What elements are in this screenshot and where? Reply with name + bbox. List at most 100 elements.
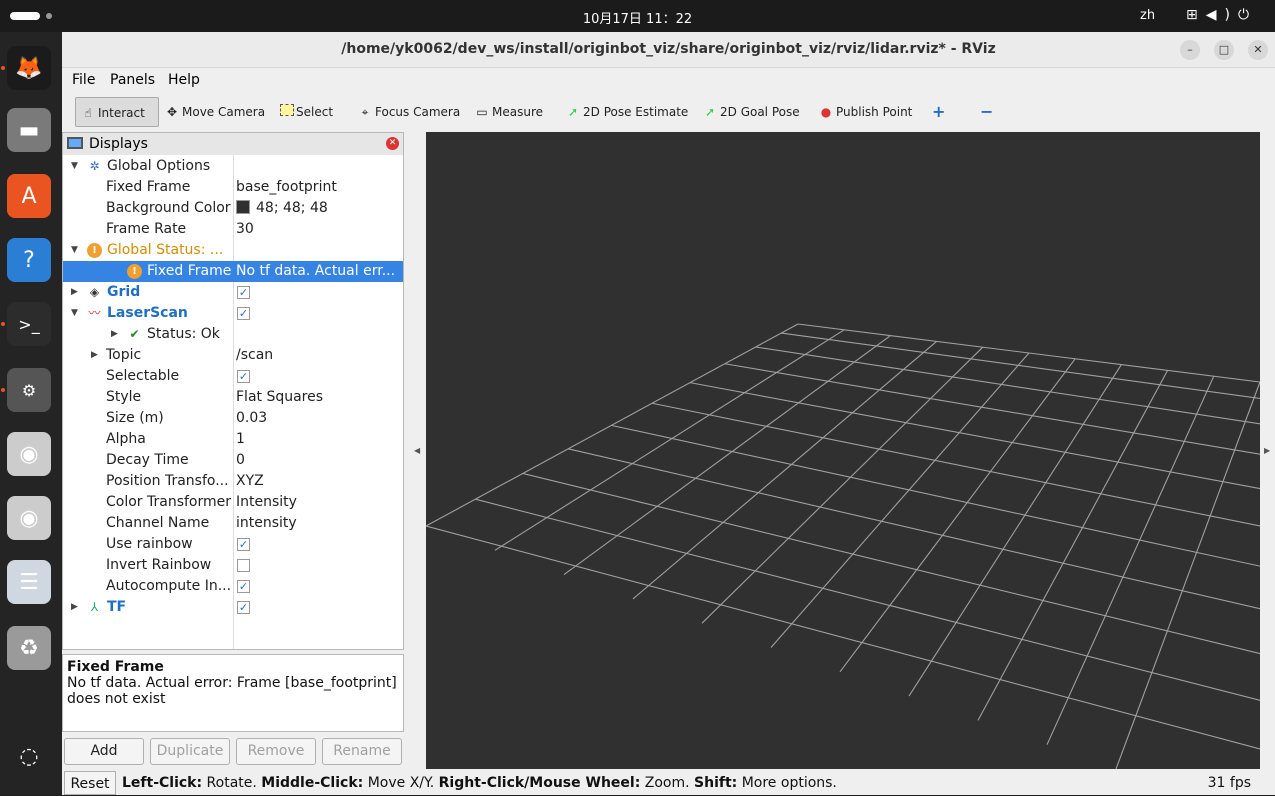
dock-help[interactable]: ? xyxy=(7,238,51,282)
mouse-hint: Left-Click: Rotate. Middle-Click: Move X… xyxy=(122,775,837,791)
display-row-value[interactable]: 0 xyxy=(236,450,401,471)
color-swatch[interactable] xyxy=(236,200,250,214)
select-tool[interactable]: Select xyxy=(276,97,333,127)
display-row[interactable]: Style Flat Squares xyxy=(63,387,403,408)
remove-tool-button[interactable]: − xyxy=(976,97,993,127)
close-panel-icon[interactable]: ✕ xyxy=(386,137,399,150)
display-row-value[interactable]: 30 xyxy=(236,219,401,240)
measure-tool[interactable]: ▭ Measure xyxy=(470,97,543,127)
display-row[interactable]: Invert Rainbow xyxy=(63,555,403,576)
check-icon: ✔ xyxy=(129,327,140,341)
display-row-value[interactable]: No tf data. Actual err... xyxy=(236,261,401,282)
display-row-value[interactable]: base_footprint xyxy=(236,177,401,198)
display-row-value[interactable]: /scan xyxy=(236,345,401,366)
menu-panels[interactable]: Panels xyxy=(110,72,155,88)
dock-trash[interactable]: ♻ xyxy=(7,626,51,670)
collapsed-arrow-icon[interactable]: ▶ xyxy=(91,345,98,366)
display-row-value[interactable]: Intensity xyxy=(236,492,401,513)
menu-help[interactable]: Help xyxy=(168,72,200,88)
collapse-right-icon[interactable]: ▶ xyxy=(1264,446,1270,455)
checkbox-unchecked[interactable] xyxy=(237,559,250,572)
focus-camera-tool[interactable]: ⌖ Focus Camera xyxy=(353,97,461,127)
dock-files[interactable]: ▬ xyxy=(7,108,51,152)
reset-button[interactable]: Reset xyxy=(64,771,116,795)
add-tool-button[interactable]: + xyxy=(928,97,945,127)
checkbox-checked[interactable]: ✓ xyxy=(237,370,250,383)
menu-file[interactable]: File xyxy=(72,72,95,88)
render-viewport[interactable] xyxy=(425,132,1261,770)
display-row[interactable]: Autocompute In... ✓ xyxy=(63,576,403,597)
duplicate-display-button[interactable]: Duplicate xyxy=(150,738,230,765)
expanded-arrow-icon[interactable]: ▼ xyxy=(71,303,78,324)
display-row-value[interactable]: Flat Squares xyxy=(236,387,401,408)
display-row[interactable]: Selectable ✓ xyxy=(63,366,403,387)
dock-firefox[interactable]: 🦊 xyxy=(7,46,51,90)
display-row[interactable]: ▶ ◈ Grid ✓ xyxy=(63,282,403,303)
move-camera-tool[interactable]: ✥ Move Camera xyxy=(160,97,265,127)
maximize-button[interactable]: □ xyxy=(1214,40,1234,60)
tf-axes-icon: ⅄ xyxy=(90,600,99,614)
display-row[interactable]: ! Fixed Frame No tf data. Actual err... xyxy=(63,261,403,282)
dock-app-center[interactable]: A xyxy=(7,174,51,218)
display-row[interactable]: ▼ 〰 LaserScan ✓ xyxy=(63,303,403,324)
display-row[interactable]: ▶ Topic/scan xyxy=(63,345,403,366)
pose-estimate-tool[interactable]: ➚ 2D Pose Estimate xyxy=(561,97,688,127)
display-row[interactable]: Channel Name intensity xyxy=(63,513,403,534)
collapsed-arrow-icon[interactable]: ▶ xyxy=(71,597,78,618)
warning-icon: ! xyxy=(127,264,142,279)
publish-point-tool[interactable]: ● Publish Point xyxy=(814,97,913,127)
add-display-button[interactable]: Add xyxy=(64,738,144,765)
rename-display-button[interactable]: Rename xyxy=(322,738,402,765)
clock[interactable]: 10月17日 11：22 xyxy=(0,8,1275,27)
interact-tool[interactable]: ☝ Interact xyxy=(75,97,159,127)
display-row[interactable]: Alpha 1 xyxy=(63,429,403,450)
checkbox-checked[interactable]: ✓ xyxy=(237,307,250,320)
grid-icon: ◈ xyxy=(89,285,100,299)
display-row[interactable]: ▶ ✔ Status: Ok xyxy=(63,324,403,345)
display-row[interactable]: Fixed Frame base_footprint xyxy=(63,177,403,198)
display-row[interactable]: ▼! Global Status: ... xyxy=(63,240,403,261)
checkbox-checked[interactable]: ✓ xyxy=(237,286,250,299)
dock-disc-2[interactable]: ◉ xyxy=(7,496,51,540)
expanded-arrow-icon[interactable]: ▼ xyxy=(71,240,78,261)
display-row[interactable]: Color Transformer Intensity xyxy=(63,492,403,513)
display-row-label: Use rainbow xyxy=(106,536,193,552)
close-button[interactable]: ✕ xyxy=(1248,40,1268,60)
system-top-bar: 10月17日 11：22 zh ⊞◀)⏻ xyxy=(0,0,1275,32)
display-row-value[interactable]: 0.03 xyxy=(236,408,401,429)
grid-line xyxy=(425,525,1261,750)
display-row-value[interactable]: 48; 48; 48 xyxy=(236,198,401,219)
volume-icon: ◀) xyxy=(1205,7,1238,23)
checkbox-checked[interactable]: ✓ xyxy=(237,538,250,551)
dock-settings[interactable]: ⚙ xyxy=(7,368,51,412)
display-row[interactable]: ▶ ⅄ TF ✓ xyxy=(63,597,403,618)
collapse-left-icon[interactable]: ◀ xyxy=(414,446,420,455)
display-row[interactable]: ▼ ✲ Global Options xyxy=(63,156,403,177)
dock-disc-1[interactable]: ◉ xyxy=(7,432,51,476)
display-row[interactable]: Background Color 48; 48; 48 xyxy=(63,198,403,219)
fps-counter: 31 fps xyxy=(1207,775,1251,791)
display-row[interactable]: Position Transfo... XYZ xyxy=(63,471,403,492)
minimize-button[interactable]: – xyxy=(1180,40,1200,60)
system-tray[interactable]: ⊞◀)⏻ xyxy=(1186,7,1257,23)
dock-ubuntu-apps[interactable]: ◌ xyxy=(7,734,51,778)
display-row[interactable]: Decay Time 0 xyxy=(63,450,403,471)
checkbox-checked[interactable]: ✓ xyxy=(237,601,250,614)
display-row[interactable]: Size (m) 0.03 xyxy=(63,408,403,429)
display-row-value[interactable]: XYZ xyxy=(236,471,401,492)
dock-terminal[interactable]: >_ xyxy=(7,302,51,346)
display-row-value[interactable]: intensity xyxy=(236,513,401,534)
dock-document-viewer[interactable]: ☰ xyxy=(7,560,51,604)
collapsed-arrow-icon[interactable]: ▶ xyxy=(111,324,118,345)
checkbox-checked[interactable]: ✓ xyxy=(237,580,250,593)
remove-display-button[interactable]: Remove xyxy=(236,738,316,765)
collapsed-arrow-icon[interactable]: ▶ xyxy=(71,282,78,303)
display-row[interactable]: Use rainbow ✓ xyxy=(63,534,403,555)
title-bar[interactable]: /home/yk0062/dev_ws/install/originbot_vi… xyxy=(62,32,1275,68)
display-row-value[interactable]: 1 xyxy=(236,429,401,450)
description-panel: Fixed Frame No tf data. Actual error: Fr… xyxy=(62,654,404,732)
expanded-arrow-icon[interactable]: ▼ xyxy=(71,156,78,177)
goal-pose-tool[interactable]: ➚ 2D Goal Pose xyxy=(698,97,800,127)
input-language[interactable]: zh xyxy=(1140,8,1155,23)
display-row[interactable]: Frame Rate 30 xyxy=(63,219,403,240)
